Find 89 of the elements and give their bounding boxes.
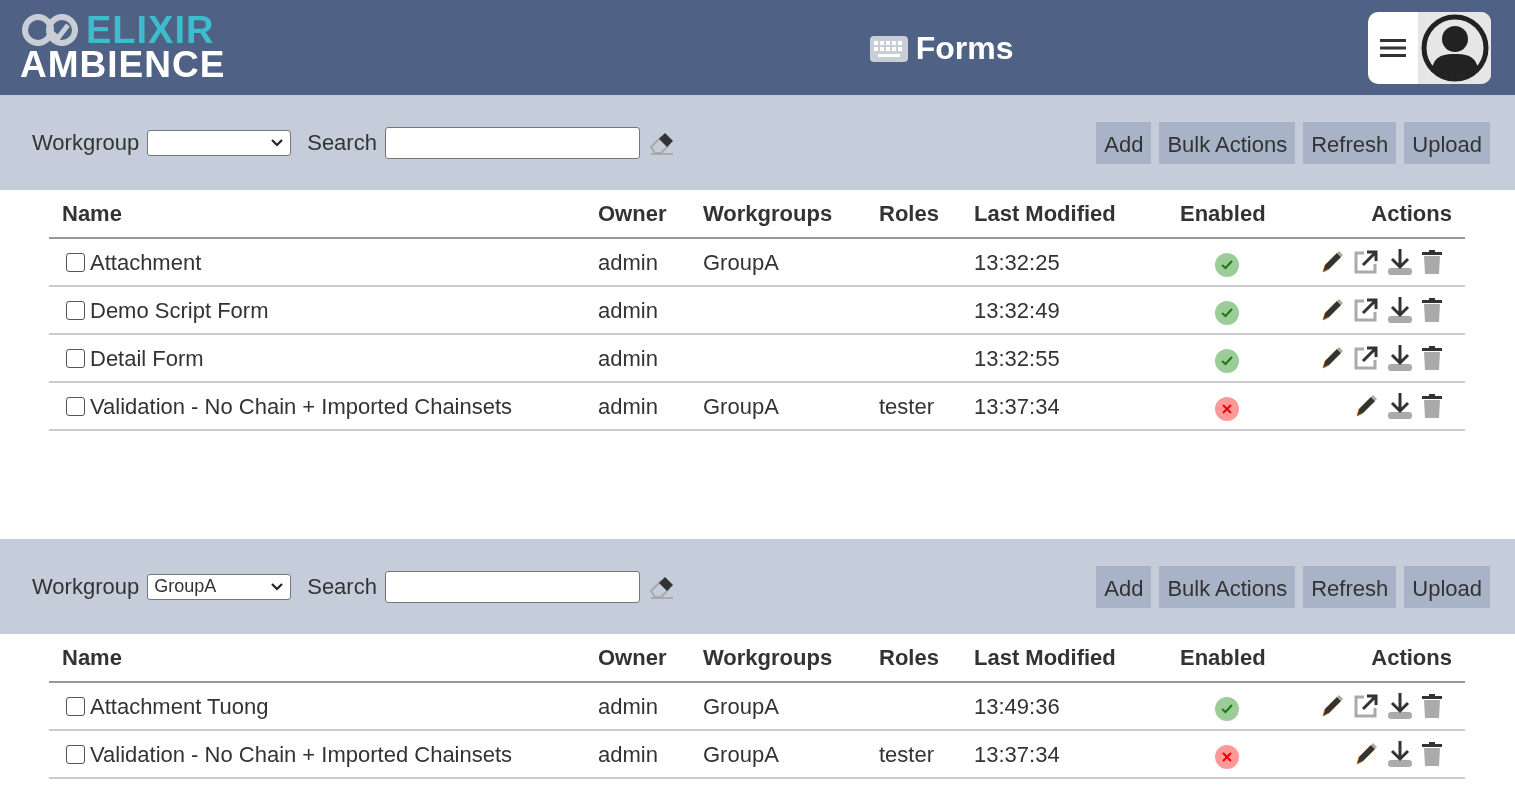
pencil-icon[interactable]: [1319, 297, 1345, 323]
download-icon[interactable]: [1387, 740, 1413, 768]
toolbar-button[interactable]: Add: [1096, 121, 1152, 164]
column-header: Last Modified: [974, 645, 1116, 670]
pencil-icon[interactable]: [1319, 693, 1345, 719]
trash-icon[interactable]: [1421, 693, 1443, 719]
trash-icon[interactable]: [1421, 345, 1443, 371]
form-name: Attachment Tuong: [90, 693, 269, 719]
table-cell: 13:49:36: [974, 693, 1060, 719]
external-link-icon[interactable]: [1353, 693, 1379, 719]
toolbar-button[interactable]: Refresh: [1303, 121, 1397, 164]
form-name: Attachment: [90, 249, 202, 275]
column-header: Enabled: [1180, 645, 1266, 670]
table-cell: admin: [598, 693, 658, 719]
row-checkbox[interactable]: [66, 396, 85, 416]
pencil-icon[interactable]: [1319, 249, 1345, 275]
toolbar-button[interactable]: Bulk Actions: [1159, 121, 1296, 164]
table-cell: 13:37:34: [974, 393, 1060, 419]
row-checkbox[interactable]: [66, 300, 85, 320]
column-header: Owner: [598, 201, 667, 226]
trash-icon[interactable]: [1421, 297, 1443, 323]
pencil-icon[interactable]: [1353, 393, 1379, 419]
table-cell: admin: [598, 297, 658, 323]
page-title: Forms: [915, 28, 1014, 68]
column-header: Actions: [1371, 645, 1452, 670]
trash-icon[interactable]: [1421, 249, 1443, 275]
column-header: Owner: [598, 645, 667, 670]
field-label: Workgroup: [32, 129, 140, 157]
table-cell: GroupA: [703, 393, 779, 419]
table-cell: 13:32:55: [974, 345, 1060, 371]
trash-icon[interactable]: [1421, 393, 1443, 419]
caret-icon: [270, 137, 285, 148]
table-cell: tester: [879, 741, 935, 767]
column-header: Roles: [879, 645, 939, 670]
avatar-icon[interactable]: [1418, 11, 1491, 84]
toolbar-button[interactable]: Bulk Actions: [1159, 565, 1296, 608]
table-cell: admin: [598, 249, 658, 275]
download-icon[interactable]: [1387, 692, 1413, 720]
logo-text: ELIXIR: [86, 12, 215, 47]
table-cell: admin: [598, 741, 658, 767]
table-cell: admin: [598, 345, 658, 371]
toolbar-button[interactable]: Add: [1096, 565, 1152, 608]
row-checkbox[interactable]: [66, 252, 85, 272]
field-label: Workgroup: [32, 573, 140, 601]
column-header: Enabled: [1180, 201, 1266, 226]
column-header: Workgroups: [703, 201, 833, 226]
toolbar-button[interactable]: Refresh: [1303, 565, 1397, 608]
form-name: Detail Form: [90, 345, 204, 371]
column-header: Last Modified: [974, 201, 1116, 226]
table-cell: admin: [598, 393, 658, 419]
workgroup-select[interactable]: [147, 129, 292, 156]
workgroup-select[interactable]: GroupA: [147, 573, 292, 600]
row-checkbox[interactable]: [66, 744, 85, 764]
trash-icon[interactable]: [1421, 741, 1443, 767]
table-cell: 13:37:34: [974, 741, 1060, 767]
external-link-icon[interactable]: [1353, 345, 1379, 371]
search-field[interactable]: [384, 570, 640, 603]
download-icon[interactable]: [1387, 248, 1413, 276]
column-header: Actions: [1371, 201, 1452, 226]
caret-icon: [270, 581, 285, 592]
pencil-icon[interactable]: [1353, 741, 1379, 767]
toolbar-button[interactable]: Upload: [1404, 565, 1490, 608]
download-icon[interactable]: [1387, 296, 1413, 324]
download-icon[interactable]: [1387, 344, 1413, 372]
table-cell: 13:32:49: [974, 297, 1060, 323]
download-icon[interactable]: [1387, 392, 1413, 420]
column-header: Workgroups: [703, 645, 833, 670]
search-field[interactable]: [384, 126, 640, 159]
table-cell: 13:32:25: [974, 249, 1060, 275]
table-cell: GroupA: [703, 741, 779, 767]
form-name: Validation - No Chain + Imported Chainsets: [90, 741, 513, 767]
table-cell: GroupA: [703, 693, 779, 719]
column-header: Roles: [879, 201, 939, 226]
toolbar-button[interactable]: Upload: [1404, 121, 1490, 164]
logo-text: AMBIENCE: [20, 47, 226, 84]
table-cell: GroupA: [703, 249, 779, 275]
row-checkbox[interactable]: [66, 696, 85, 716]
pencil-icon[interactable]: [1319, 345, 1345, 371]
table-cell: tester: [879, 393, 935, 419]
external-link-icon[interactable]: [1353, 249, 1379, 275]
row-checkbox[interactable]: [66, 348, 85, 368]
column-header: Name: [62, 201, 122, 226]
form-name: Validation - No Chain + Imported Chainsets: [90, 393, 513, 419]
field-label: Search: [307, 129, 377, 157]
external-link-icon[interactable]: [1353, 297, 1379, 323]
user-menu[interactable]: [1368, 11, 1491, 84]
column-header: Name: [62, 645, 122, 670]
field-label: Search: [307, 573, 377, 601]
form-name: Demo Script Form: [90, 297, 269, 323]
